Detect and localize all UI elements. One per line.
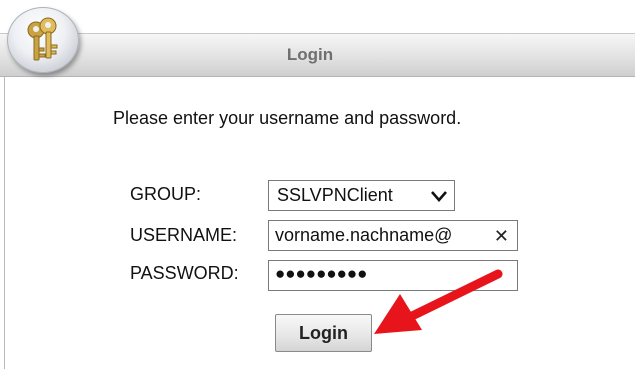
group-select-value: SSLVPNClient bbox=[277, 185, 393, 205]
username-field[interactable]: vorname.nachname@ ✕ bbox=[268, 220, 518, 251]
instructions-text: Please enter your username and password. bbox=[113, 108, 462, 128]
panel-left-border bbox=[4, 77, 5, 369]
group-label: GROUP: bbox=[130, 184, 202, 204]
password-masked-value: ●●●●●●●●● bbox=[275, 264, 368, 283]
chevron-down-icon bbox=[431, 191, 447, 202]
username-label: USERNAME: bbox=[130, 225, 238, 245]
username-value: vorname.nachname@ bbox=[275, 225, 453, 245]
clear-icon[interactable]: ✕ bbox=[494, 225, 509, 247]
header-bar: Login bbox=[0, 33, 635, 77]
password-label: PASSWORD: bbox=[130, 263, 239, 283]
page-title: Login bbox=[286, 45, 334, 64]
keys-icon bbox=[7, 7, 79, 73]
red-arrow-icon bbox=[374, 269, 503, 334]
group-select[interactable]: SSLVPNClient bbox=[268, 180, 455, 211]
login-button[interactable]: Login bbox=[275, 314, 372, 352]
